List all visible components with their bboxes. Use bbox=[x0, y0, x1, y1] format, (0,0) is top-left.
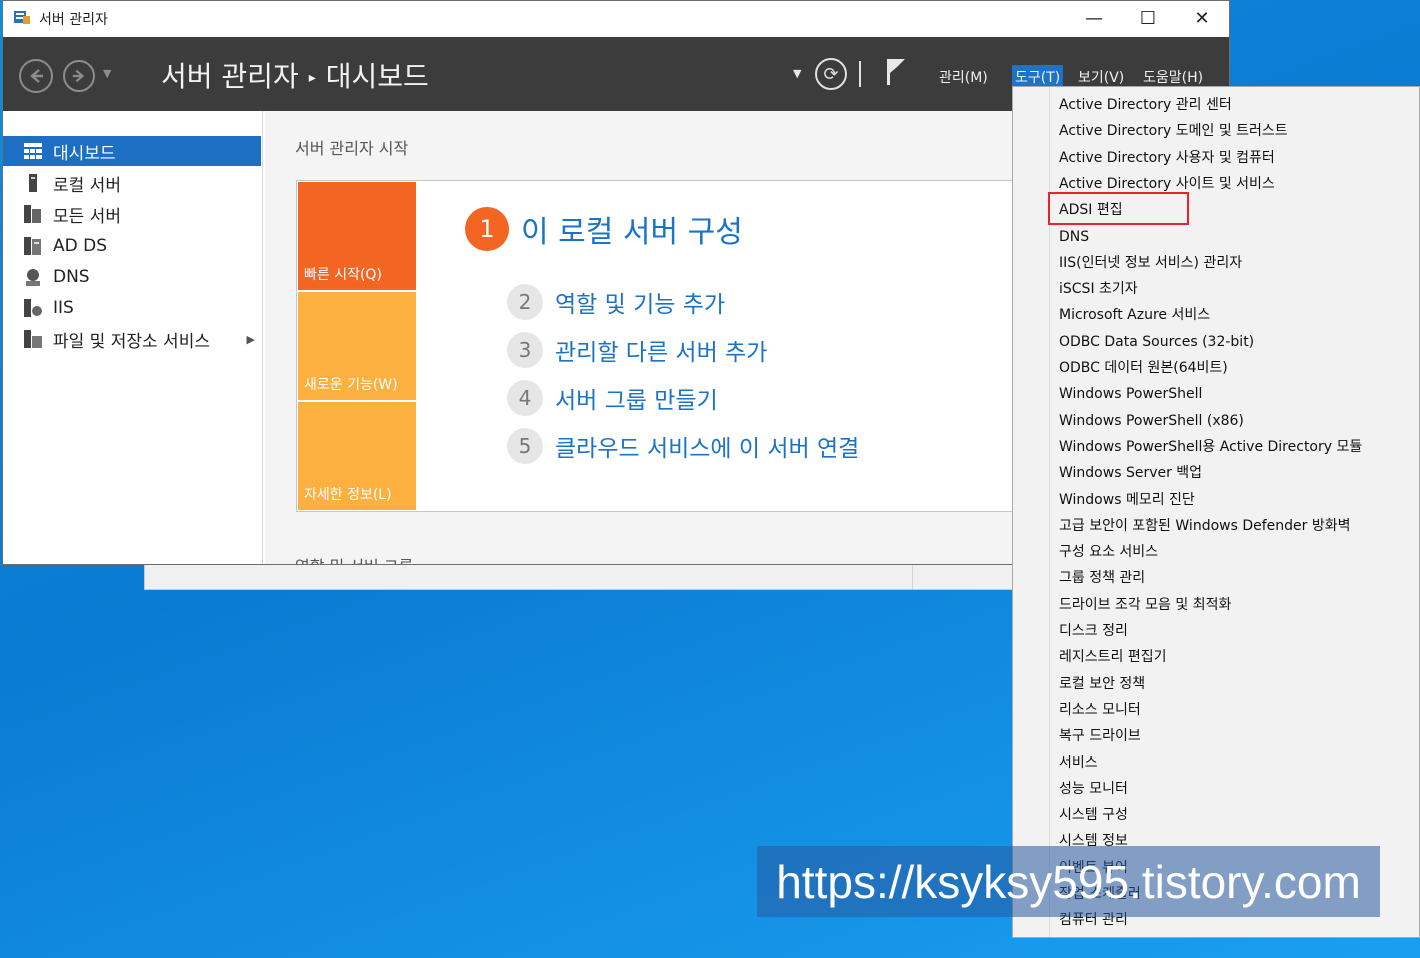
tools-menu-item[interactable]: Windows PowerShell (x86) bbox=[1059, 412, 1244, 430]
adsi-highlight-box bbox=[1048, 192, 1189, 225]
tools-menu-item[interactable]: Active Directory 도메인 및 트러스트 bbox=[1059, 122, 1288, 140]
sidebar-item-dns[interactable]: DNS bbox=[3, 262, 261, 292]
tools-menu-item[interactable]: 서비스 bbox=[1059, 754, 1098, 772]
all-servers-icon bbox=[23, 205, 43, 223]
tools-menu-item[interactable]: 시스템 구성 bbox=[1059, 806, 1128, 824]
header-divider bbox=[859, 61, 861, 87]
tools-menu-item[interactable]: Microsoft Azure 서비스 bbox=[1059, 306, 1210, 324]
iis-icon bbox=[23, 299, 43, 317]
close-button[interactable]: ✕ bbox=[1175, 1, 1229, 35]
notification-flag-icon[interactable] bbox=[885, 57, 907, 87]
tools-menu-item[interactable]: 로컬 보안 정책 bbox=[1059, 675, 1145, 693]
title-bar[interactable]: 서버 관리자 — ☐ ✕ bbox=[3, 1, 1229, 35]
breadcrumb-separator-icon: ▸ bbox=[308, 70, 316, 86]
tools-menu-item[interactable]: 디스크 정리 bbox=[1059, 622, 1128, 640]
tools-menu-item[interactable]: IIS(인터넷 정보 서비스) 관리자 bbox=[1059, 254, 1242, 272]
minimize-icon: — bbox=[1085, 7, 1103, 29]
tools-menu-item[interactable]: Windows PowerShell bbox=[1059, 385, 1202, 403]
tools-menu-item[interactable]: 성능 모니터 bbox=[1059, 780, 1128, 798]
tools-menu-item[interactable]: 복구 드라이브 bbox=[1059, 727, 1141, 745]
sidebar-item-label: 대시보드 bbox=[53, 143, 116, 164]
tools-menu-item[interactable]: 구성 요소 서비스 bbox=[1059, 543, 1158, 561]
file-storage-icon bbox=[23, 330, 43, 348]
tile-whats-new[interactable]: 새로운 기능(W) bbox=[298, 292, 416, 400]
watermark: https://ksyksy595.tistory.com bbox=[757, 846, 1380, 917]
tools-menu-item[interactable]: Windows PowerShell용 Active Directory 모듈 bbox=[1059, 438, 1362, 456]
background-window-pane bbox=[145, 561, 913, 589]
back-button[interactable] bbox=[19, 59, 53, 93]
arrow-right-icon bbox=[72, 69, 85, 83]
tools-menu-item[interactable]: Active Directory 사이트 및 서비스 bbox=[1059, 175, 1275, 193]
tile-label: 새로운 기능(W) bbox=[304, 377, 398, 393]
tools-menu-item[interactable]: ODBC 데이터 원본(64비트) bbox=[1059, 359, 1228, 377]
step-add-roles[interactable]: 역할 및 기능 추가 bbox=[555, 285, 725, 319]
tools-menu-item[interactable]: Windows 메모리 진단 bbox=[1059, 491, 1195, 509]
tile-label: 자세한 정보(L) bbox=[304, 487, 392, 503]
tools-menu-item[interactable]: 그룹 정책 관리 bbox=[1059, 569, 1145, 587]
sidebar-item-label: DNS bbox=[53, 267, 90, 287]
tools-menu-item[interactable]: Windows Server 백업 bbox=[1059, 464, 1202, 482]
step-number-1: 1 bbox=[465, 207, 509, 251]
quick-start-panel: 빠른 시작(Q) 새로운 기능(W) 자세한 정보(L) 1 이 로컬 서버 구… bbox=[296, 180, 1036, 512]
tools-menu-item[interactable]: iSCSI 초기자 bbox=[1059, 280, 1138, 298]
tools-menu-item[interactable]: ODBC Data Sources (32-bit) bbox=[1059, 333, 1254, 351]
sidebar-item-label: 로컬 서버 bbox=[53, 175, 121, 196]
tools-menu-item[interactable]: Active Directory 관리 센터 bbox=[1059, 96, 1232, 114]
step-connect-cloud[interactable]: 클라우드 서비스에 이 서버 연결 bbox=[555, 429, 859, 463]
step-number-5: 5 bbox=[507, 428, 543, 464]
maximize-button[interactable]: ☐ bbox=[1121, 1, 1175, 35]
dns-icon bbox=[23, 268, 43, 286]
roles-heading: 역할 및 서버 그룹 bbox=[295, 553, 413, 564]
step-configure-local-server[interactable]: 이 로컬 서버 구성 bbox=[521, 207, 743, 251]
dashboard-icon bbox=[23, 142, 43, 160]
menu-manage[interactable]: 관리(M) bbox=[936, 65, 991, 89]
tile-learn-more[interactable]: 자세한 정보(L) bbox=[298, 402, 416, 510]
tile-quick-start[interactable]: 빠른 시작(Q) bbox=[298, 182, 416, 290]
expand-arrow-icon[interactable]: ▶ bbox=[247, 333, 255, 346]
sidebar-item-label: AD DS bbox=[53, 236, 108, 256]
step-number-3: 3 bbox=[507, 332, 543, 368]
tools-menu-item[interactable]: 고급 보안이 포함된 Windows Defender 방화벽 bbox=[1059, 517, 1351, 535]
server-manager-icon bbox=[14, 11, 30, 24]
arrow-left-icon bbox=[30, 69, 43, 83]
breadcrumb: 서버 관리자 ▸ 대시보드 bbox=[161, 55, 429, 95]
tools-menu-item[interactable]: DNS bbox=[1059, 228, 1089, 246]
local-server-icon bbox=[23, 174, 43, 192]
tools-menu-item[interactable]: 리소스 모니터 bbox=[1059, 701, 1141, 719]
step-number-2: 2 bbox=[507, 284, 543, 320]
close-icon: ✕ bbox=[1194, 7, 1210, 29]
tools-menu-item[interactable]: 레지스트리 편집기 bbox=[1059, 648, 1167, 666]
sidebar-item-file-storage[interactable]: 파일 및 저장소 서비스 ▶ bbox=[3, 324, 261, 354]
welcome-heading: 서버 관리자 시작 bbox=[295, 139, 409, 158]
sidebar-item-label: 파일 및 저장소 서비스 bbox=[53, 331, 210, 352]
minimize-button[interactable]: — bbox=[1067, 1, 1121, 35]
step-create-server-group[interactable]: 서버 그룹 만들기 bbox=[555, 381, 718, 415]
sidebar-item-iis[interactable]: IIS bbox=[3, 293, 261, 323]
sidebar-item-label: IIS bbox=[53, 298, 74, 318]
breadcrumb-current: 대시보드 bbox=[325, 60, 429, 93]
ad-ds-icon bbox=[23, 237, 43, 255]
step-number-4: 4 bbox=[507, 380, 543, 416]
breadcrumb-root[interactable]: 서버 관리자 bbox=[161, 60, 299, 93]
sidebar-item-all-servers[interactable]: 모든 서버 bbox=[3, 199, 261, 229]
window-title: 서버 관리자 bbox=[39, 12, 108, 28]
sidebar-item-local-server[interactable]: 로컬 서버 bbox=[3, 168, 261, 198]
step-add-servers[interactable]: 관리할 다른 서버 추가 bbox=[555, 333, 767, 367]
sidebar-item-dashboard[interactable]: 대시보드 bbox=[3, 136, 261, 166]
maximize-icon: ☐ bbox=[1139, 7, 1157, 29]
history-dropdown-icon[interactable]: ▼ bbox=[103, 67, 111, 80]
sidebar-item-ad-ds[interactable]: AD DS bbox=[3, 231, 261, 261]
tools-menu-item[interactable]: Active Directory 사용자 및 컴퓨터 bbox=[1059, 149, 1275, 167]
header-dropdown-icon[interactable]: ▼ bbox=[793, 67, 801, 80]
tile-label: 빠른 시작(Q) bbox=[304, 267, 382, 283]
forward-button[interactable] bbox=[63, 60, 95, 92]
refresh-icon[interactable]: ⟳ bbox=[815, 58, 847, 90]
tools-menu-item[interactable]: 드라이브 조각 모음 및 최적화 bbox=[1059, 596, 1231, 614]
sidebar: 대시보드 로컬 서버 모든 서버 AD DS DNS IIS 파일 및 저장소 … bbox=[3, 111, 263, 564]
sidebar-item-label: 모든 서버 bbox=[53, 206, 121, 227]
